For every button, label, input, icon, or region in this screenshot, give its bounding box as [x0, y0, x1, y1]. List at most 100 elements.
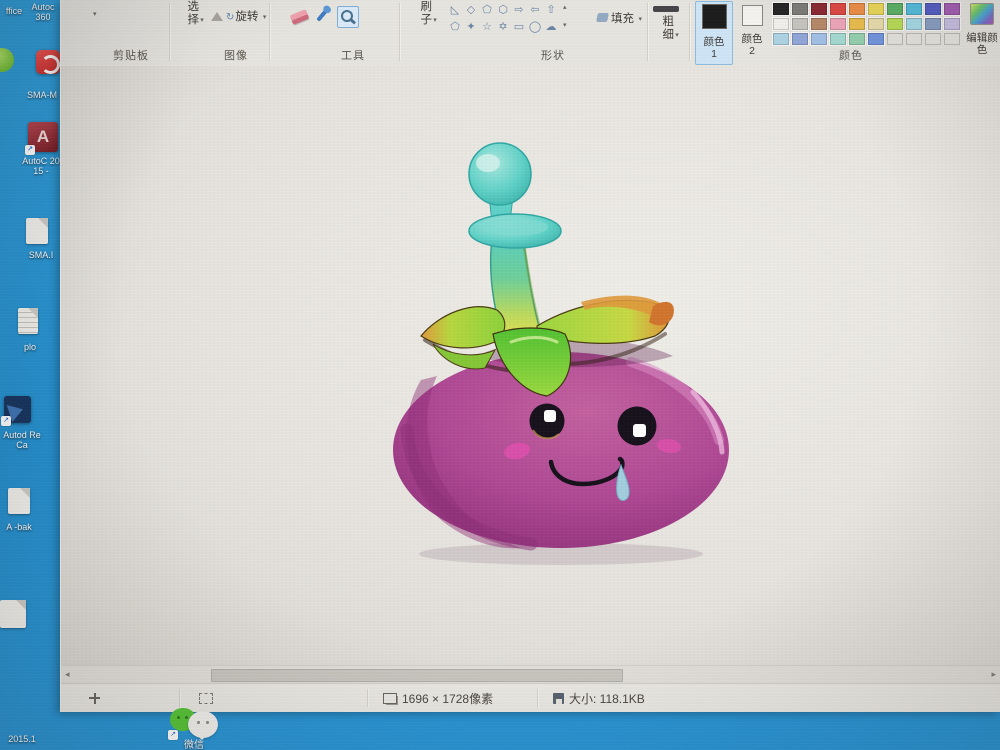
palette-swatch[interactable] — [849, 18, 865, 30]
palette-swatch[interactable] — [868, 33, 884, 45]
desktop-label-2015[interactable]: 2015.1 — [2, 734, 42, 744]
desktop-label-plo[interactable]: plo — [16, 342, 44, 352]
red-app-icon[interactable] — [36, 50, 60, 74]
dropdown-caret-icon: ▾ — [638, 16, 642, 23]
green-app-icon[interactable] — [0, 48, 14, 72]
shape-icon[interactable]: ✦ — [463, 19, 479, 35]
autocad-2015-icon[interactable]: A↗ — [28, 122, 58, 152]
stroke-size-icon[interactable] — [653, 6, 679, 12]
palette-swatch[interactable] — [830, 33, 846, 45]
palette-swatch[interactable] — [868, 18, 884, 30]
shapes-scroll-up-icon[interactable]: ▴ — [563, 4, 567, 12]
drawing-canvas[interactable] — [61, 66, 1000, 666]
file-icon-plo[interactable] — [18, 308, 38, 334]
shape-icon[interactable]: ☆ — [479, 19, 495, 35]
palette-swatch[interactable] — [773, 18, 789, 30]
palette-swatch[interactable] — [773, 33, 789, 45]
horizontal-scrollbar[interactable]: ◂ ▸ — [61, 665, 1000, 684]
dropdown-caret-icon: ▾ — [675, 32, 679, 39]
palette-swatch[interactable] — [811, 33, 827, 45]
file-icon-bak[interactable] — [8, 488, 30, 514]
shape-icon[interactable]: ◺ — [447, 2, 463, 18]
cursor-position-indicator — [89, 684, 100, 712]
palette-row3 — [771, 32, 961, 46]
file-icon-partial[interactable] — [0, 600, 26, 628]
group-label-shapes: 形状 — [541, 47, 565, 63]
desktop-label-sma-m[interactable]: SMA-M — [24, 90, 60, 100]
palette-swatch[interactable] — [868, 3, 884, 15]
wechat-icon[interactable]: ↗ — [168, 708, 220, 742]
edit-colors-button[interactable]: 编辑颜色 — [965, 1, 999, 63]
palette-swatch[interactable] — [792, 33, 808, 45]
desktop-label-office[interactable]: ffice — [2, 6, 26, 16]
recap-app-icon[interactable]: ↗ — [4, 396, 31, 423]
magnifier-tool-button[interactable] — [337, 6, 359, 28]
shape-icon[interactable]: ⬠ — [447, 19, 463, 35]
desktop-label-autocad360[interactable]: Autoc 360 — [28, 2, 58, 22]
palette-swatch[interactable] — [773, 3, 789, 15]
ribbon: ▾ 剪贴板 选择▾ ↻旋转 ▾ 图像 工具 刷子▾ — [61, 0, 1000, 67]
palette-swatch[interactable] — [887, 33, 903, 45]
palette-swatch[interactable] — [887, 3, 903, 15]
paste-dropdown-caret-icon[interactable]: ▾ — [93, 10, 97, 18]
desktop-label-bak[interactable]: A -bak — [4, 522, 34, 532]
stem-ball — [469, 143, 531, 205]
shape-icon[interactable]: ⬡ — [495, 2, 511, 18]
palette-swatch[interactable] — [906, 33, 922, 45]
color1-button[interactable]: 颜色1 — [695, 1, 733, 65]
desktop-label-autocad2015[interactable]: AutoC 2015 - — [22, 156, 60, 176]
shape-icon[interactable]: ⇨ — [511, 2, 527, 18]
file-size-indicator: 大小: 118.1KB — [553, 684, 645, 712]
eraser-tool-icon[interactable] — [290, 9, 310, 25]
desktop-label-sma-i[interactable]: SMA.I — [22, 250, 60, 260]
shape-icon[interactable]: ⇦ — [527, 2, 543, 18]
color-picker-tool-icon[interactable] — [316, 9, 327, 22]
scrollbar-thumb[interactable] — [211, 669, 623, 682]
shape-icon[interactable]: ✡ — [495, 19, 511, 35]
palette-swatch[interactable] — [887, 18, 903, 30]
select-button[interactable]: 选择▾ — [179, 1, 211, 27]
palette-row2 — [771, 17, 961, 31]
group-separator — [689, 3, 691, 61]
group-separator — [399, 3, 401, 61]
palette-swatch[interactable] — [925, 18, 941, 30]
scroll-right-icon[interactable]: ▸ — [991, 669, 996, 680]
shape-icon[interactable]: ⇧ — [543, 2, 559, 18]
palette-swatch[interactable] — [849, 3, 865, 15]
desktop-label-recap[interactable]: Autod ReCa — [2, 430, 42, 450]
rotate-icon — [211, 12, 223, 21]
palette-swatch[interactable] — [830, 3, 846, 15]
scroll-left-icon[interactable]: ◂ — [65, 669, 70, 680]
shape-icon[interactable]: ◯ — [527, 19, 543, 35]
size-button[interactable]: 粗细▾ — [655, 16, 685, 42]
palette-swatch[interactable] — [830, 18, 846, 30]
desktop-label-wechat[interactable]: 微信 — [174, 741, 214, 750]
shape-fill-button[interactable]: 填充 ▾ — [597, 9, 642, 27]
palette-swatch[interactable] — [944, 3, 960, 15]
rotate-button[interactable]: ↻旋转 ▾ — [211, 7, 266, 25]
shapes-scroll-down-icon[interactable]: ▾ — [563, 22, 567, 30]
shape-icon[interactable]: ▭ — [511, 19, 527, 35]
palette-swatch[interactable] — [944, 18, 960, 30]
palette-swatch[interactable] — [906, 18, 922, 30]
palette-swatch[interactable] — [944, 33, 960, 45]
shape-icon[interactable]: ☁ — [543, 19, 559, 35]
shape-icon[interactable]: ⬠ — [479, 2, 495, 18]
color2-swatch — [742, 5, 763, 26]
palette-swatch[interactable] — [811, 18, 827, 30]
desktop-left-strip: ffice Autoc 360 SMA-M A↗ AutoC 2015 - SM… — [0, 0, 60, 750]
palette-swatch[interactable] — [925, 3, 941, 15]
brush-button[interactable]: 刷子▾ — [411, 1, 445, 27]
palette-swatch[interactable] — [849, 33, 865, 45]
palette-swatch[interactable] — [906, 3, 922, 15]
rotate-arrow-icon: ↻ — [226, 12, 234, 23]
color2-button[interactable]: 颜色2 — [735, 1, 769, 63]
palette-swatch[interactable] — [925, 33, 941, 45]
file-icon-sma[interactable] — [26, 218, 48, 244]
shape-icon[interactable]: ◇ — [463, 2, 479, 18]
group-label-image: 图像 — [224, 47, 248, 63]
palette-swatch[interactable] — [792, 18, 808, 30]
palette-swatch[interactable] — [811, 3, 827, 15]
palette-swatch[interactable] — [792, 3, 808, 15]
image-dimensions-indicator: 1696 × 1728像素 — [383, 684, 493, 712]
